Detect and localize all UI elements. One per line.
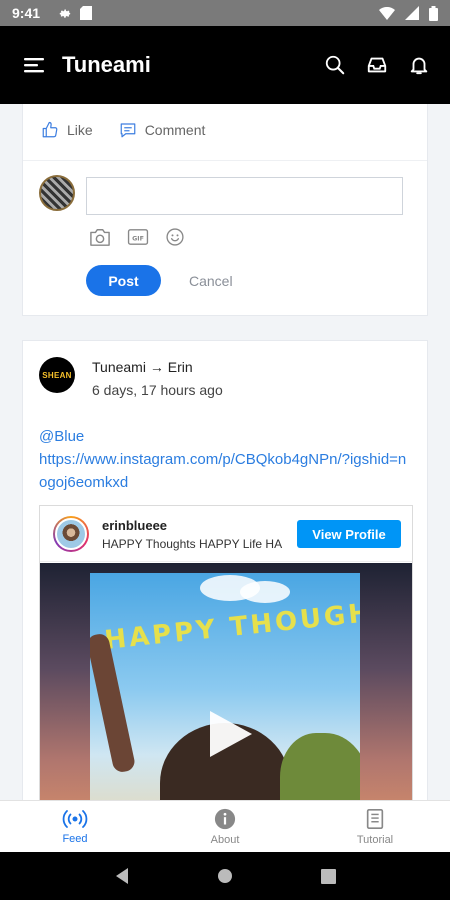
mention-link[interactable]: @Blue [39, 425, 411, 448]
comment-button[interactable]: Comment [119, 121, 206, 139]
tab-feed[interactable]: Feed [0, 801, 150, 852]
embed-header: erinblueee HAPPY Thoughts HAPPY Life HA … [40, 506, 412, 562]
feed-post: SHEAN Tuneami → Erin 6 days, 17 hours ag… [22, 340, 428, 800]
broadcast-icon [62, 809, 88, 828]
search-icon[interactable] [324, 54, 346, 76]
tab-tutorial-label: Tutorial [356, 833, 394, 846]
post-image: HAPPY THOUGHTS [90, 573, 360, 800]
like-button[interactable]: Like [41, 121, 93, 139]
document-icon [366, 808, 384, 829]
image-caption-text: HAPPY THOUGHTS [103, 593, 360, 656]
menu-icon[interactable] [22, 53, 46, 77]
tab-feed-label: Feed [62, 832, 88, 845]
gif-icon[interactable]: GIF [127, 228, 149, 246]
author-avatar[interactable]: SHEAN [39, 357, 75, 393]
signal-icon [405, 6, 419, 20]
comment-icon [120, 122, 136, 137]
back-icon[interactable] [114, 867, 130, 885]
avatar [39, 175, 75, 211]
thumbs-up-icon [42, 121, 58, 137]
bell-icon[interactable] [408, 54, 430, 76]
comment-input[interactable] [86, 177, 403, 215]
view-profile-button[interactable]: View Profile [297, 520, 401, 548]
video-thumbnail[interactable]: HAPPY THOUGHTS [40, 563, 412, 800]
instagram-username[interactable]: erinblueee [102, 518, 167, 533]
post-author[interactable]: Tuneami → Erin [92, 359, 193, 375]
reply-box: GIF Post Cancel [23, 161, 427, 316]
cancel-button[interactable]: Cancel [181, 273, 241, 289]
comment-label: Comment [144, 121, 206, 138]
gear-icon [59, 9, 71, 18]
like-label: Like [67, 121, 93, 138]
tab-about[interactable]: About [150, 801, 300, 852]
app-bar: Tuneami [0, 26, 450, 104]
app-title: Tuneami [62, 52, 151, 77]
reactions-bar: Like Comment [23, 104, 427, 161]
play-icon[interactable] [196, 703, 258, 765]
inbox-icon[interactable] [366, 54, 388, 76]
info-icon [214, 808, 236, 829]
tab-tutorial[interactable]: Tutorial [300, 801, 450, 852]
recents-icon[interactable] [321, 868, 337, 884]
camera-icon[interactable] [89, 227, 111, 247]
post-button[interactable]: Post [86, 265, 161, 296]
post-timestamp: 6 days, 17 hours ago [92, 382, 223, 398]
comment-card: Like Comment GIF Post Cancel [22, 104, 428, 316]
status-time: 9:41 [12, 5, 41, 21]
sd-card-icon [80, 6, 93, 20]
svg-text:GIF: GIF [132, 236, 144, 243]
tab-about-label: About [210, 833, 240, 846]
status-bar: 9:41 [0, 0, 450, 26]
post-body: @Blue https://www.instagram.com/p/CBQkob… [39, 425, 411, 494]
instagram-bio: HAPPY Thoughts HAPPY Life HA [102, 537, 283, 551]
feed-content[interactable]: Like Comment GIF Post Cancel SHEAN Tunea… [0, 104, 450, 800]
bottom-nav: Feed About Tutorial [0, 800, 450, 852]
wifi-icon [379, 6, 395, 20]
instagram-embed[interactable]: erinblueee HAPPY Thoughts HAPPY Life HA … [39, 505, 413, 800]
post-header: SHEAN Tuneami → Erin 6 days, 17 hours ag… [39, 341, 411, 411]
emoji-icon[interactable] [165, 227, 185, 247]
home-icon[interactable] [217, 868, 233, 884]
reply-tools: GIF [89, 227, 185, 247]
battery-icon [429, 5, 438, 21]
instagram-link[interactable]: https://www.instagram.com/p/CBQkob4gNPn/… [39, 448, 411, 494]
system-nav-bar [0, 852, 450, 900]
instagram-avatar[interactable] [53, 516, 89, 552]
